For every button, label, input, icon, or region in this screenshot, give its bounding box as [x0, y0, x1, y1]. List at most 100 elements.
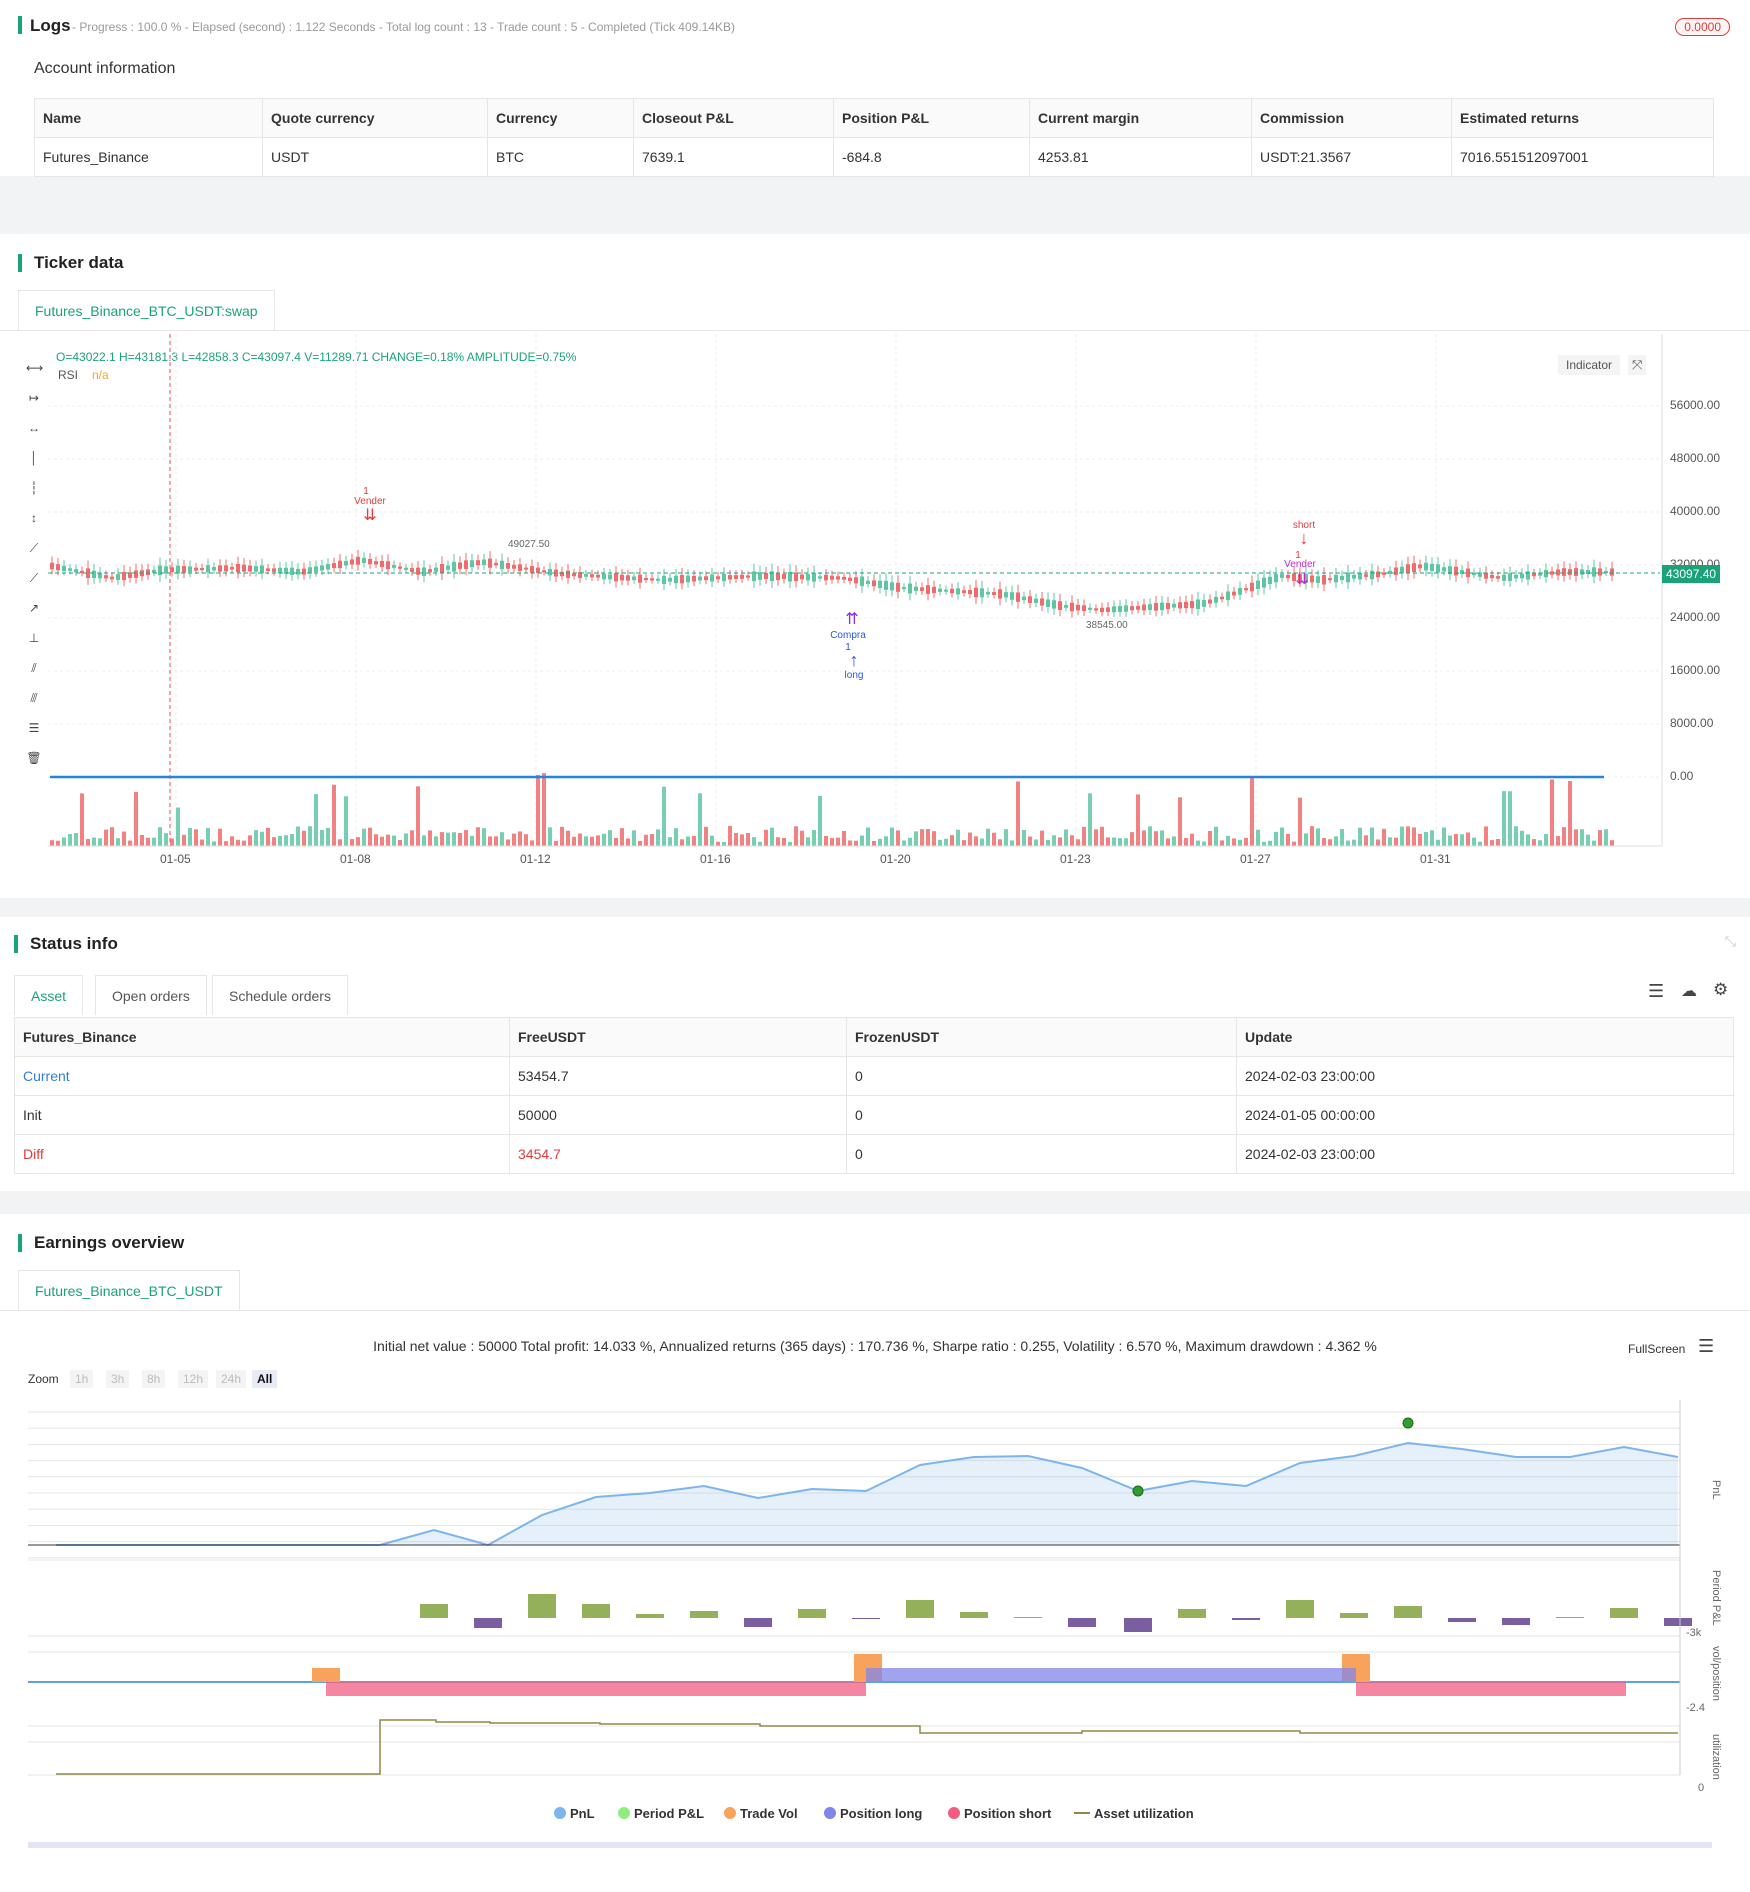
volume-bar: [1262, 841, 1266, 846]
price-tick: 8000.00: [1670, 716, 1714, 730]
tab-ticker-symbol[interactable]: Futures_Binance_BTC_USDT:swap: [18, 290, 275, 330]
candle-body: [1238, 587, 1242, 595]
volume-bar: [1052, 835, 1056, 846]
sell-signal-label-2: Vender: [1284, 559, 1316, 570]
volume-bar: [578, 833, 582, 846]
candle-body: [1574, 568, 1578, 576]
volume-bar: [1346, 840, 1350, 846]
account-cell: USDT:21.3567: [1251, 137, 1452, 177]
collapse-icon[interactable]: ⤡: [1725, 933, 1736, 950]
tab-earnings-symbol[interactable]: Futures_Binance_BTC_USDT: [18, 1270, 240, 1310]
zoom-12h-button[interactable]: 12h: [178, 1370, 209, 1388]
candle-body: [740, 574, 744, 579]
volume-bar: [896, 830, 900, 846]
volume-bar: [218, 828, 222, 846]
volume-bar: [1340, 829, 1344, 846]
zoom-8h-button[interactable]: 8h: [142, 1370, 166, 1388]
volume-bar: [842, 831, 846, 846]
volume-bar: [1460, 834, 1464, 846]
volume-bar: [1094, 829, 1098, 846]
volume-bar: [122, 831, 126, 846]
volume-bar: [1376, 839, 1380, 846]
settings-icon[interactable]: ⚙: [1713, 980, 1728, 1000]
candle-body: [98, 572, 102, 579]
candle-body: [1514, 574, 1518, 579]
volume-bar: [440, 832, 444, 846]
candle-body: [1424, 562, 1428, 571]
candle-body: [1124, 605, 1128, 612]
volume-bar: [1268, 840, 1272, 846]
menu-icon[interactable]: ☰: [1648, 981, 1664, 1002]
volume-bar: [818, 795, 822, 846]
volume-bar: [1400, 826, 1404, 846]
volume-bar: [1586, 834, 1590, 846]
volume-bar: [548, 827, 552, 846]
volume-bar: [1034, 839, 1038, 846]
candle-body: [194, 567, 198, 571]
volume-bar: [488, 836, 492, 846]
candle-body: [1016, 592, 1020, 602]
candle-body: [272, 568, 276, 572]
navigator-track[interactable]: [28, 1842, 1712, 1848]
legend-trade-vol[interactable]: Trade Vol: [724, 1806, 798, 1821]
tab-open-orders[interactable]: Open orders: [95, 975, 207, 1015]
candle-body: [1346, 572, 1350, 583]
candle-body: [1112, 606, 1116, 613]
candlestick-chart[interactable]: 1 Vender ⇊ 49027.50 ⇈ Compra 1 ↑ long 38…: [0, 334, 1750, 854]
volume-bar: [974, 836, 978, 846]
candle-body: [626, 575, 630, 581]
volume-bar: [536, 775, 540, 846]
candle-body: [842, 576, 846, 580]
fullscreen-button[interactable]: FullScreen: [1628, 1342, 1685, 1356]
tab-asset[interactable]: Asset: [14, 975, 84, 1015]
volume-bar: [638, 840, 642, 846]
candle-body: [878, 580, 882, 588]
legend-pnl[interactable]: PnL: [554, 1806, 595, 1821]
candle-body: [800, 574, 804, 580]
candle-body: [1400, 566, 1404, 574]
volume-bar: [362, 828, 366, 846]
candle-body: [440, 563, 444, 574]
legend-period[interactable]: Period P&L: [618, 1806, 704, 1821]
volume-bar: [626, 838, 630, 846]
earnings-tab-divider: [0, 1310, 1750, 1311]
asset-cell: 3454.7: [509, 1134, 847, 1174]
tab-schedule-orders[interactable]: Schedule orders: [212, 975, 348, 1015]
legend-asset-util[interactable]: Asset utilization: [1074, 1806, 1194, 1821]
zoom-all-button[interactable]: All: [252, 1370, 278, 1388]
volume-bar: [1076, 839, 1080, 846]
volume-bar: [62, 837, 66, 846]
volume-bar: [1592, 840, 1596, 846]
long-label: long: [845, 670, 864, 681]
candle-body: [1316, 576, 1320, 583]
legend-position-short[interactable]: Position short: [948, 1806, 1051, 1821]
candle-body: [728, 575, 732, 580]
volume-bar: [1490, 840, 1494, 846]
cloud-download-icon[interactable]: ☁: [1681, 981, 1697, 1001]
volume-bar: [1040, 830, 1044, 846]
price-tick: 40000.00: [1670, 504, 1721, 518]
zoom-24h-button[interactable]: 24h: [216, 1370, 247, 1388]
asset-row-label: Init: [14, 1095, 510, 1135]
buy-arrow-icon: ⇈: [845, 611, 858, 628]
volume-bar: [710, 835, 714, 846]
candle-body: [866, 580, 870, 584]
candle-body: [1598, 568, 1602, 576]
zoom-1h-button[interactable]: 1h: [70, 1370, 94, 1388]
earnings-chart[interactable]: [0, 1400, 1750, 1850]
volume-bar: [782, 838, 786, 846]
candle-body: [422, 567, 426, 576]
volume-bar: [656, 829, 660, 846]
high-price-label: 49027.50: [508, 539, 550, 550]
candle-body: [476, 560, 480, 566]
volume-bar: [1316, 828, 1320, 846]
legend-position-long[interactable]: Position long: [824, 1806, 922, 1821]
volume-bar: [230, 836, 234, 846]
date-tick: 01-16: [700, 852, 731, 866]
volume-bar: [788, 841, 792, 846]
hamburger-icon[interactable]: ☰: [1698, 1336, 1714, 1357]
zoom-3h-button[interactable]: 3h: [106, 1370, 130, 1388]
candle-body: [1214, 596, 1218, 603]
candle-body: [974, 587, 978, 598]
candle-body: [1508, 573, 1512, 582]
